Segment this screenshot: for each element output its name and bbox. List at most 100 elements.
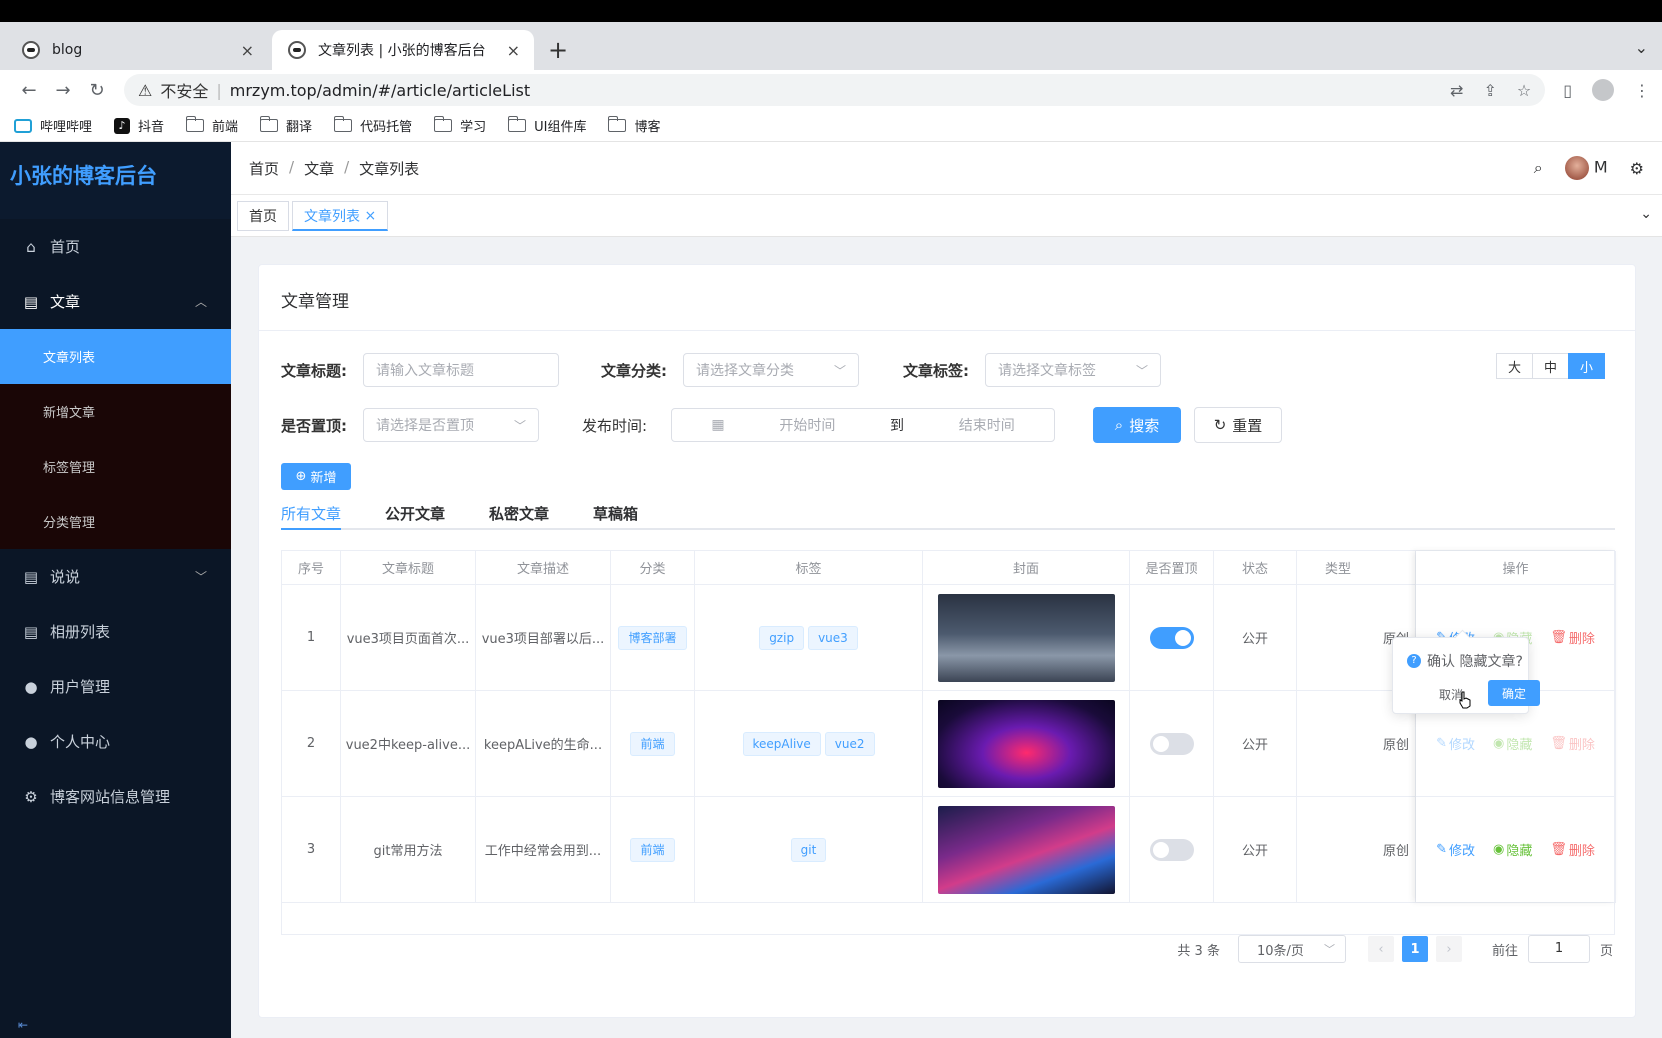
url-text[interactable]: mrzym.top/admin/#/article/articleList (230, 81, 530, 100)
bookmark-folder-translate[interactable]: 翻译 (260, 116, 312, 135)
size-large-button[interactable]: 大 (1496, 353, 1533, 379)
sidebar-subitem-tag-manage[interactable]: 标签管理 (0, 439, 231, 494)
tab-all[interactable]: 所有文章 (281, 503, 342, 530)
search-button[interactable]: ⌕ 搜索 (1093, 407, 1181, 443)
browser-tab-article-list[interactable]: 文章列表 | 小张的博客后台 × (272, 30, 534, 70)
url-omnibox[interactable]: ⚠ 不安全 | mrzym.top/admin/#/article/articl… (124, 74, 1546, 106)
top-navbar: 首页 / 文章 / 文章列表 ⌕ M ⚙ (231, 142, 1662, 195)
sidebar-subitem-category-manage[interactable]: 分类管理 (0, 494, 231, 549)
close-icon[interactable]: × (364, 208, 376, 224)
col-header: 封面 (923, 551, 1130, 584)
user-menu[interactable]: M (1564, 156, 1608, 180)
breadcrumb-item[interactable]: 首页 (249, 158, 279, 179)
page-number-button[interactable]: 1 (1401, 936, 1428, 962)
tab-search-chevron-icon[interactable]: ⌄ (1635, 38, 1648, 57)
home-icon: ⌂ (26, 237, 36, 256)
tag-view-article-list[interactable]: 文章列表 × (292, 201, 389, 231)
popover-confirm-button[interactable]: 确定 (1488, 680, 1540, 706)
filter-label: 发布时间: (582, 416, 648, 435)
gear-icon[interactable]: ⚙ (1630, 159, 1644, 178)
translate-icon[interactable]: ⇄ (1450, 81, 1463, 100)
is-top-switch[interactable] (1149, 626, 1194, 649)
cover-image-city-night[interactable] (937, 593, 1115, 682)
collapse-sidebar-icon[interactable]: ⇤ (18, 1018, 28, 1032)
chevron-down-icon: ﹀ (1323, 943, 1335, 956)
sidebar-item-album[interactable]: ▤ 相册列表 (0, 604, 231, 659)
bookmark-folder-ui[interactable]: UI组件库 (508, 116, 586, 135)
bookmark-folder-frontend[interactable]: 前端 (186, 116, 238, 135)
filter-label: 文章标题: (281, 361, 347, 380)
back-arrow-icon[interactable]: ← (12, 80, 46, 101)
new-tab-button[interactable]: + (548, 36, 568, 64)
sidebar-subitem-article-list[interactable]: 文章列表 (0, 329, 231, 384)
browser-tab-blog[interactable]: blog × (6, 30, 268, 70)
tab-public[interactable]: 公开文章 (385, 503, 445, 530)
reload-icon[interactable]: ↻ (80, 80, 114, 101)
bookmark-folder-study[interactable]: 学习 (434, 116, 486, 135)
filter-label: 是否置顶: (281, 416, 347, 435)
cover-image-neon-street[interactable] (937, 805, 1115, 894)
clipboard-icon: ▤ (23, 622, 39, 641)
sidebar-item-profile[interactable]: ● 个人中心 (0, 714, 231, 769)
filter-label: 文章分类: (601, 361, 667, 380)
bookmark-folder-code[interactable]: 代码托管 (334, 116, 412, 135)
prev-page-button[interactable]: ‹ (1367, 936, 1394, 962)
cover-image-neon-tunnel[interactable] (937, 699, 1115, 788)
share-icon[interactable]: ⇪ (1483, 81, 1496, 100)
tab-close-icon[interactable]: × (507, 41, 520, 60)
bookmark-douyin[interactable]: ♪ 抖音 (114, 116, 164, 135)
is-top-switch[interactable] (1149, 838, 1194, 861)
chevron-down-icon[interactable]: ⌄ (1640, 206, 1652, 222)
tab-close-icon[interactable]: × (241, 41, 254, 60)
sidebar-item-home[interactable]: ⌂ 首页 (0, 219, 231, 274)
profile-avatar-icon[interactable] (1592, 79, 1614, 101)
tag-view-home[interactable]: 首页 (237, 201, 289, 231)
cell-desc: keepALive的生命... (476, 691, 611, 796)
tab-title: 文章列表 | 小张的博客后台 (318, 43, 486, 59)
tab-draft[interactable]: 草稿箱 (593, 503, 638, 530)
title-input[interactable]: 请输入文章标题 (363, 353, 559, 387)
tag-select[interactable]: 请选择文章标签 ﹀ (985, 353, 1161, 387)
next-page-button[interactable]: › (1435, 936, 1462, 962)
sidebar-item-talk[interactable]: ▤ 说说 ﹀ (0, 549, 231, 604)
start-date-placeholder: 开始时间 (779, 418, 836, 434)
sidebar-item-site-settings[interactable]: ⚙ 博客网站信息管理 (0, 769, 231, 824)
add-article-button[interactable]: ⊕ 新增 (281, 463, 351, 490)
bookmark-bilibili[interactable]: 哔哩哔哩 (14, 116, 92, 135)
sidebar-item-label: 说说 (50, 568, 81, 586)
chevron-up-icon: ︿ (194, 295, 207, 309)
bookmark-folder-blog[interactable]: 博客 (608, 116, 660, 135)
star-bookmark-icon[interactable]: ☆ (1517, 81, 1531, 100)
side-panel-icon[interactable]: ▯ (1563, 81, 1572, 100)
search-icon[interactable]: ⌕ (1534, 158, 1543, 178)
forward-arrow-icon[interactable]: → (46, 80, 80, 101)
breadcrumb-item[interactable]: 文章 (304, 158, 334, 179)
breadcrumb-separator: / (289, 157, 295, 176)
user-icon: ● (24, 732, 38, 751)
sidebar-subitem-new-article[interactable]: 新增文章 (0, 384, 231, 439)
reset-button[interactable]: ↻ 重置 (1194, 407, 1282, 443)
bookmark-label: 翻译 (286, 120, 313, 135)
sidebar-item-users[interactable]: ● 用户管理 (0, 659, 231, 714)
is-top-switch[interactable] (1149, 732, 1194, 755)
date-range-picker[interactable]: ▦ 开始时间 到 结束时间 (671, 408, 1056, 442)
filter-top: 是否置顶: 请选择是否置顶 ﹀ (281, 408, 539, 442)
tab-private[interactable]: 私密文章 (489, 503, 549, 530)
category-select[interactable]: 请选择文章分类 ﹀ (683, 353, 859, 387)
col-header: 文章标题 (341, 551, 476, 584)
page-size-select[interactable]: 10条/页 ﹀ (1237, 935, 1346, 963)
col-header: 序号 (282, 551, 341, 584)
sidebar-item-article[interactable]: ▤ 文章 ︿ (0, 274, 231, 329)
cell-no: 1 (282, 585, 341, 690)
kebab-menu-icon[interactable]: ⋮ (1634, 81, 1650, 100)
tags-view-bar: 首页 文章列表 × ⌄ (231, 195, 1662, 237)
bookmark-label: 抖音 (138, 120, 165, 135)
size-medium-button[interactable]: 中 (1532, 353, 1569, 379)
sidebar-logo[interactable]: 小张的博客后台 (0, 142, 231, 219)
goto-page-input[interactable]: 1 (1527, 935, 1590, 963)
cell-no: 2 (282, 691, 341, 796)
size-small-button[interactable]: 小 (1568, 353, 1605, 379)
address-bar-row: ← → ↻ ⚠ 不安全 | mrzym.top/admin/#/article/… (0, 70, 1662, 110)
is-top-select[interactable]: 请选择是否置顶 ﹀ (363, 408, 539, 442)
cell-cover (923, 585, 1130, 690)
